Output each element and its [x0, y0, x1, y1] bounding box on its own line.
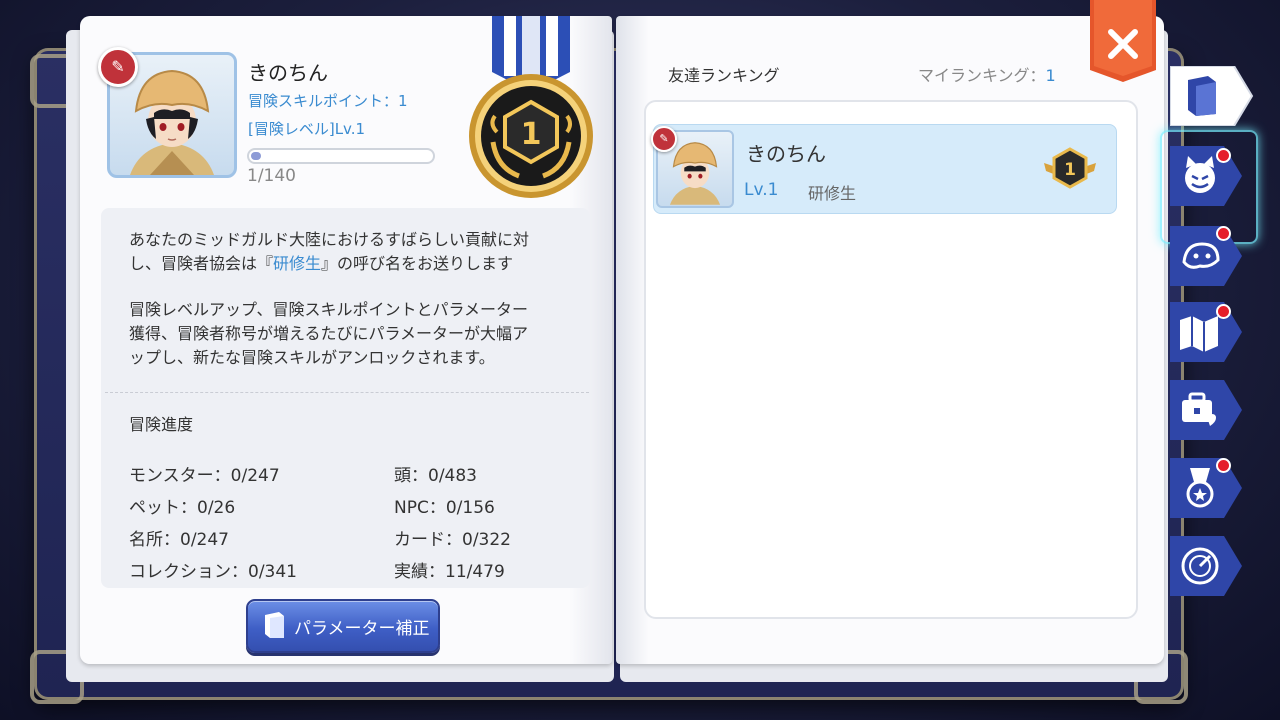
- description-line: し、冒険者協会は『研修生』の呼び名をお送りします: [129, 252, 569, 276]
- parameter-adjust-button[interactable]: パラメーター補正: [246, 599, 440, 653]
- progress-card: カード：0/322: [394, 530, 511, 550]
- description-line: あなたのミッドガルド大陸におけるすばらしい貢献に対: [129, 230, 530, 249]
- description-line: 冒険レベルアップ、冒険スキルポイントとパラメーター: [129, 300, 529, 319]
- my-ranking-label: マイランキング：: [918, 66, 1046, 85]
- friend-ranking-title: 友達ランキング: [668, 66, 780, 85]
- class-badge-icon: ✎: [98, 47, 138, 87]
- progress-npc: NPC：0/156: [394, 498, 495, 518]
- tab-gauge[interactable]: [1170, 536, 1242, 596]
- exp-progress-fill: [251, 152, 261, 160]
- tab-pet[interactable]: [1170, 226, 1242, 286]
- progress-achievement: 実績：11/479: [394, 562, 505, 582]
- rank-medal-icon: 1: [469, 74, 593, 198]
- notification-dot: [1216, 304, 1231, 319]
- class-badge-icon: ✎: [651, 126, 677, 152]
- parameter-adjust-label: パラメーター補正: [294, 619, 430, 639]
- skill-points: 冒険スキルポイント：1: [248, 92, 408, 110]
- description-text: 』の呼び名をお送りします: [321, 254, 514, 273]
- map-icon: [1170, 302, 1242, 362]
- progress-pet: ペット：0/26: [129, 498, 236, 518]
- progress-head: 頭：0/483: [394, 466, 477, 486]
- cat-face-icon: [1170, 146, 1242, 206]
- progress-monster: モンスター：0/247: [129, 466, 280, 486]
- my-ranking-value: 1: [1045, 66, 1056, 85]
- medal-icon: [1170, 458, 1242, 518]
- notification-dot: [1216, 148, 1231, 163]
- tab-map[interactable]: [1170, 302, 1242, 362]
- exp-progress-bar: [247, 148, 435, 164]
- description-paragraph-2: 冒険レベルアップ、冒険スキルポイントとパラメーター 獲得、冒険者称号が増えるたび…: [129, 298, 569, 370]
- toolbox-icon: [1170, 380, 1242, 440]
- progress-landmark: 名所：0/247: [129, 530, 229, 550]
- ranking-name: きのちん: [746, 142, 826, 166]
- character-name: きのちん: [248, 61, 328, 85]
- close-button[interactable]: [1090, 0, 1156, 82]
- my-ranking: マイランキング：1: [918, 62, 1056, 86]
- notification-dot: [1216, 226, 1231, 241]
- book-icon: [265, 612, 284, 638]
- description-text: し、冒険者協会は『: [129, 254, 274, 273]
- progress-collection: コレクション：0/341: [129, 562, 297, 582]
- gauge-icon: [1170, 536, 1242, 596]
- ranking-level: Lv.1: [744, 180, 779, 200]
- notification-dot: [1216, 458, 1231, 473]
- title-highlight: 研修生: [273, 254, 322, 273]
- description-paragraph-1: あなたのミッドガルド大陸におけるすばらしい貢献に対 し、冒険者協会は『研修生』の…: [129, 228, 569, 276]
- tab-monster[interactable]: [1170, 146, 1242, 206]
- description-line: 獲得、冒険者称号が増えるたびにパラメーターが大幅ア: [129, 324, 529, 343]
- rank-badge-number: 1: [1064, 160, 1076, 180]
- description-line: ップし、新たな冒険スキルがアンロックされます。: [129, 348, 495, 367]
- progress-title: 冒険進度: [129, 415, 194, 434]
- adventure-level: [冒険レベル]Lv.1: [248, 120, 366, 138]
- book-icon: [1170, 66, 1254, 126]
- exp-text: 1/140: [247, 166, 296, 186]
- tab-adventure-book[interactable]: [1170, 66, 1254, 126]
- divider: [105, 392, 589, 393]
- rank-badge-icon: 1: [1044, 147, 1096, 189]
- pet-icon: [1170, 226, 1242, 286]
- ranking-class: 研修生: [808, 184, 857, 203]
- tab-toolbox[interactable]: [1170, 380, 1242, 440]
- tab-medal[interactable]: [1170, 458, 1242, 518]
- medal-rank-number: 1: [521, 117, 542, 152]
